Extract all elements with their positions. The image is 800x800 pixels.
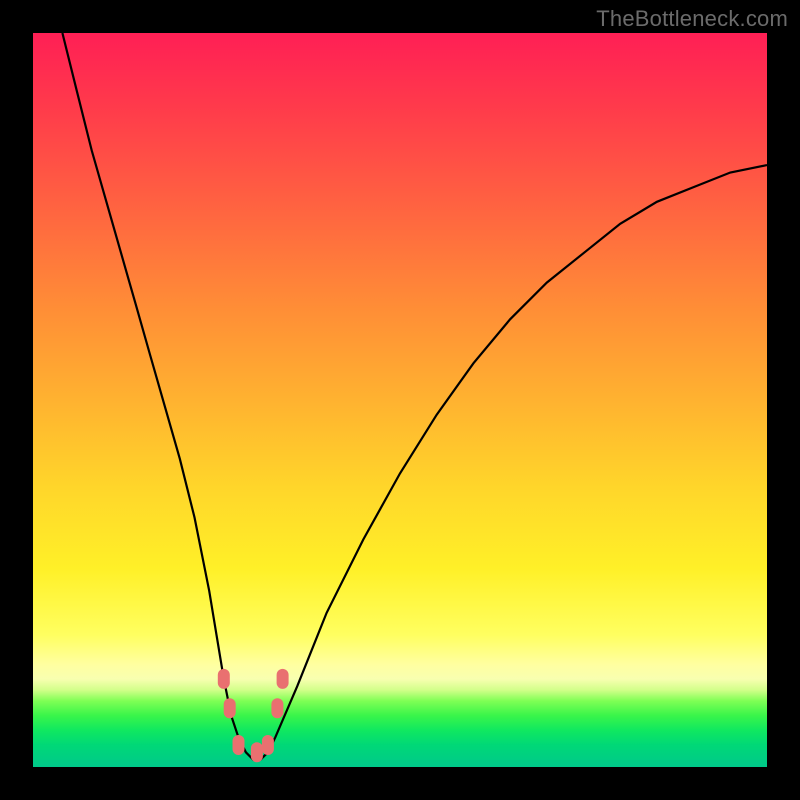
curve-marker: [277, 669, 289, 689]
chart-frame: TheBottleneck.com: [0, 0, 800, 800]
curve-marker: [262, 735, 274, 755]
curve-marker: [224, 698, 236, 718]
curve-marker: [233, 735, 245, 755]
bottleneck-curve-svg: [33, 33, 767, 767]
watermark-text: TheBottleneck.com: [596, 6, 788, 32]
curve-markers: [218, 669, 289, 762]
curve-marker: [271, 698, 283, 718]
curve-marker: [251, 742, 263, 762]
curve-marker: [218, 669, 230, 689]
plot-area: [33, 33, 767, 767]
bottleneck-curve: [62, 33, 767, 760]
